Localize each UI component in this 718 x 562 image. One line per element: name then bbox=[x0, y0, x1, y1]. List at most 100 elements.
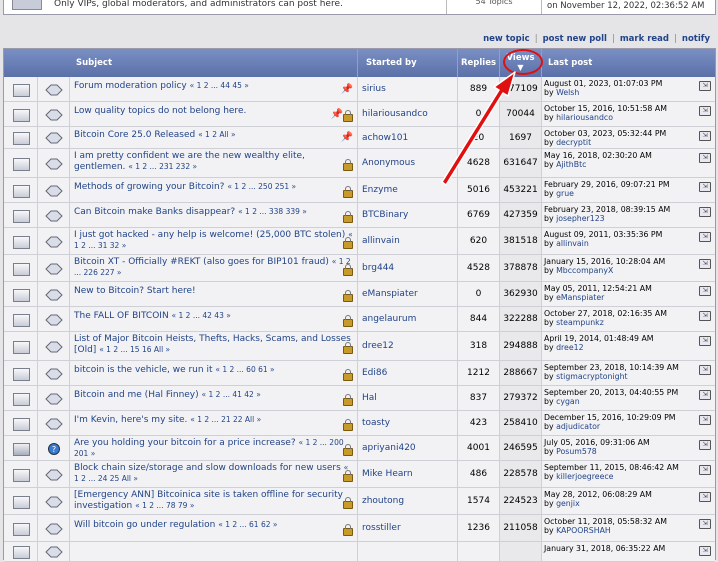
topic-starter-link[interactable]: angelaurum bbox=[362, 314, 416, 324]
topic-title-link[interactable]: I just got hacked - any help is welcome!… bbox=[74, 230, 345, 240]
topic-starter-link[interactable]: Edi86 bbox=[362, 368, 387, 378]
topic-title-link[interactable]: Forum moderation policy bbox=[74, 81, 187, 91]
last-post-user-link[interactable]: decryptit bbox=[556, 138, 591, 147]
topic-starter-link[interactable]: sirius bbox=[362, 84, 386, 94]
topic-starter-link[interactable]: dree12 bbox=[362, 341, 394, 351]
last-post-icon[interactable]: ⇲ bbox=[699, 182, 711, 192]
topic-title-link[interactable]: Bitcoin XT - Officially #REKT (also goes… bbox=[74, 257, 329, 267]
new-topic-link[interactable]: new topic bbox=[483, 34, 530, 44]
topic-row[interactable]: Block chain size/storage and slow downlo… bbox=[4, 461, 715, 488]
last-post-user-link[interactable]: adjudicator bbox=[556, 422, 600, 431]
last-post-icon[interactable]: ⇲ bbox=[699, 415, 711, 425]
topic-row[interactable]: ? Are you holding your bitcoin for a pri… bbox=[4, 436, 715, 461]
topic-starter-link[interactable]: Anonymous bbox=[362, 158, 415, 168]
topic-title-link[interactable]: Methods of growing your Bitcoin? bbox=[74, 182, 224, 192]
new-poll-link[interactable]: post new poll bbox=[543, 34, 607, 44]
topic-title-link[interactable]: bitcoin is the vehicle, we run it bbox=[74, 365, 212, 375]
topic-pages[interactable]: « 1 2 ... 41 42 » bbox=[202, 390, 261, 399]
last-post-icon[interactable]: ⇲ bbox=[699, 311, 711, 321]
topic-row[interactable]: Bitcoin and me (Hal Finney) « 1 2 ... 41… bbox=[4, 386, 715, 411]
topic-starter-link[interactable]: eManspiater bbox=[362, 289, 418, 299]
last-post-user-link[interactable]: genjix bbox=[556, 499, 580, 508]
last-post-icon[interactable]: ⇲ bbox=[699, 207, 711, 217]
last-post-icon[interactable]: ⇲ bbox=[699, 153, 711, 163]
last-post-icon[interactable]: ⇲ bbox=[699, 492, 711, 502]
notify-link[interactable]: notify bbox=[682, 34, 710, 44]
topic-title-link[interactable]: [Emergency ANN] Bitcoinica site is taken… bbox=[74, 490, 343, 511]
last-post-icon[interactable]: ⇲ bbox=[699, 440, 711, 450]
topic-pages[interactable]: « 1 2 ... 42 43 » bbox=[172, 311, 231, 320]
last-post-user-link[interactable]: eManspiater bbox=[556, 293, 604, 302]
last-post-icon[interactable]: ⇲ bbox=[699, 465, 711, 475]
last-post-user-link[interactable]: allinvain bbox=[556, 239, 589, 248]
topic-row[interactable]: I just got hacked - any help is welcome!… bbox=[4, 228, 715, 255]
last-post-user-link[interactable]: steampunkz bbox=[556, 318, 604, 327]
topic-pages[interactable]: « 1 2 All » bbox=[198, 130, 236, 139]
topic-starter-link[interactable]: BTCBinary bbox=[362, 210, 408, 220]
topic-title-link[interactable]: The FALL OF BITCOIN bbox=[74, 311, 169, 321]
topic-starter-link[interactable]: achow101 bbox=[362, 133, 408, 143]
last-post-user-link[interactable]: cygan bbox=[556, 397, 580, 406]
topic-row[interactable]: January 31, 2018, 06:35:22 AM ⇲ bbox=[4, 542, 715, 562]
topic-row[interactable]: [Emergency ANN] Bitcoinica site is taken… bbox=[4, 488, 715, 515]
topic-title-link[interactable]: Bitcoin Core 25.0 Released bbox=[74, 130, 195, 140]
last-post-icon[interactable]: ⇲ bbox=[699, 519, 711, 529]
topic-starter-link[interactable]: rosstiller bbox=[362, 523, 401, 533]
last-post-user-link[interactable]: Welsh bbox=[556, 88, 579, 97]
last-post-user-link[interactable]: josepher123 bbox=[556, 214, 605, 223]
mark-read-link[interactable]: mark read bbox=[620, 34, 669, 44]
last-post-user-link[interactable]: KAPOORSHAH bbox=[556, 526, 611, 535]
topic-row[interactable]: I'm Kevin, here's my site. « 1 2 ... 21 … bbox=[4, 411, 715, 436]
topic-row[interactable]: The FALL OF BITCOIN « 1 2 ... 42 43 » an… bbox=[4, 307, 715, 332]
last-post-user-link[interactable]: hilariousandco bbox=[556, 113, 613, 122]
last-post-user-link[interactable]: AjithBtc bbox=[556, 160, 586, 169]
topic-starter-link[interactable]: Mike Hearn bbox=[362, 469, 413, 479]
topic-pages[interactable]: « 1 2 ... 231 232 » bbox=[128, 162, 197, 171]
last-post-icon[interactable]: ⇲ bbox=[699, 336, 711, 346]
sort-subject[interactable]: Subject bbox=[70, 49, 358, 77]
last-post-user-link[interactable]: killerjoegreece bbox=[556, 472, 613, 481]
topic-starter-link[interactable]: toasty bbox=[362, 418, 390, 428]
topic-row[interactable]: bitcoin is the vehicle, we run it « 1 2 … bbox=[4, 361, 715, 386]
last-post-icon[interactable]: ⇲ bbox=[699, 259, 711, 269]
topic-pages[interactable]: « 1 2 ... 15 16 All » bbox=[99, 345, 170, 354]
topic-pages[interactable]: « 1 2 ... 61 62 » bbox=[218, 520, 277, 529]
topic-row[interactable]: List of Major Bitcoin Heists, Thefts, Ha… bbox=[4, 332, 715, 361]
topic-pages[interactable]: « 1 2 ... 44 45 » bbox=[190, 81, 249, 90]
topic-pages[interactable]: « 1 2 ... 250 251 » bbox=[227, 182, 296, 191]
topic-starter-link[interactable]: allinvain bbox=[362, 236, 400, 246]
last-post-icon[interactable]: ⇲ bbox=[699, 81, 711, 91]
topic-title-link[interactable]: Block chain size/storage and slow downlo… bbox=[74, 463, 341, 473]
topic-row[interactable]: Bitcoin Core 25.0 Released « 1 2 All » 📌… bbox=[4, 127, 715, 149]
topic-row[interactable]: Will bitcoin go under regulation « 1 2 .… bbox=[4, 515, 715, 542]
topic-row[interactable]: New to Bitcoin? Start here! eManspiater … bbox=[4, 282, 715, 307]
topic-pages[interactable]: « 1 2 ... 78 79 » bbox=[135, 501, 194, 510]
last-post-user-link[interactable]: MbccompanyX bbox=[556, 266, 613, 275]
topic-title-link[interactable]: Can Bitcoin make Banks disappear? bbox=[74, 207, 235, 217]
topic-starter-link[interactable]: Enzyme bbox=[362, 185, 398, 195]
last-post-icon[interactable]: ⇲ bbox=[699, 106, 711, 116]
topic-pages[interactable]: « 1 2 ... 21 22 All » bbox=[190, 415, 261, 424]
topic-title-link[interactable]: New to Bitcoin? Start here! bbox=[74, 286, 196, 296]
topic-pages[interactable]: « 1 2 ... 60 61 » bbox=[215, 365, 274, 374]
topic-row[interactable]: I am pretty confident we are the new wea… bbox=[4, 149, 715, 178]
last-post-icon[interactable]: ⇲ bbox=[699, 232, 711, 242]
topic-title-link[interactable]: Will bitcoin go under regulation bbox=[74, 520, 215, 530]
last-post-icon[interactable]: ⇲ bbox=[699, 546, 711, 556]
topic-title-link[interactable]: Bitcoin and me (Hal Finney) bbox=[74, 390, 199, 400]
last-post-user-link[interactable]: Posum578 bbox=[556, 447, 597, 456]
topic-starter-link[interactable]: hilariousandco bbox=[362, 109, 428, 119]
topic-starter-link[interactable]: brg444 bbox=[362, 263, 394, 273]
last-post-user-link[interactable]: dree12 bbox=[556, 343, 584, 352]
last-post-icon[interactable]: ⇲ bbox=[699, 286, 711, 296]
last-post-user-link[interactable]: grue bbox=[556, 189, 574, 198]
topic-starter-link[interactable]: zhoutong bbox=[362, 496, 404, 506]
topic-starter-link[interactable]: Hal bbox=[362, 393, 377, 403]
topic-title-link[interactable]: I'm Kevin, here's my site. bbox=[74, 415, 187, 425]
topic-row[interactable]: Bitcoin XT - Officially #REKT (also goes… bbox=[4, 255, 715, 282]
topic-pages[interactable]: « 1 2 ... 338 339 » bbox=[238, 207, 307, 216]
topic-row[interactable]: Can Bitcoin make Banks disappear? « 1 2 … bbox=[4, 203, 715, 228]
topic-row[interactable]: Low quality topics do not belong here. 📌… bbox=[4, 102, 715, 127]
sort-started-by[interactable]: Started by bbox=[358, 49, 458, 77]
topic-starter-link[interactable]: apriyani420 bbox=[362, 443, 416, 453]
